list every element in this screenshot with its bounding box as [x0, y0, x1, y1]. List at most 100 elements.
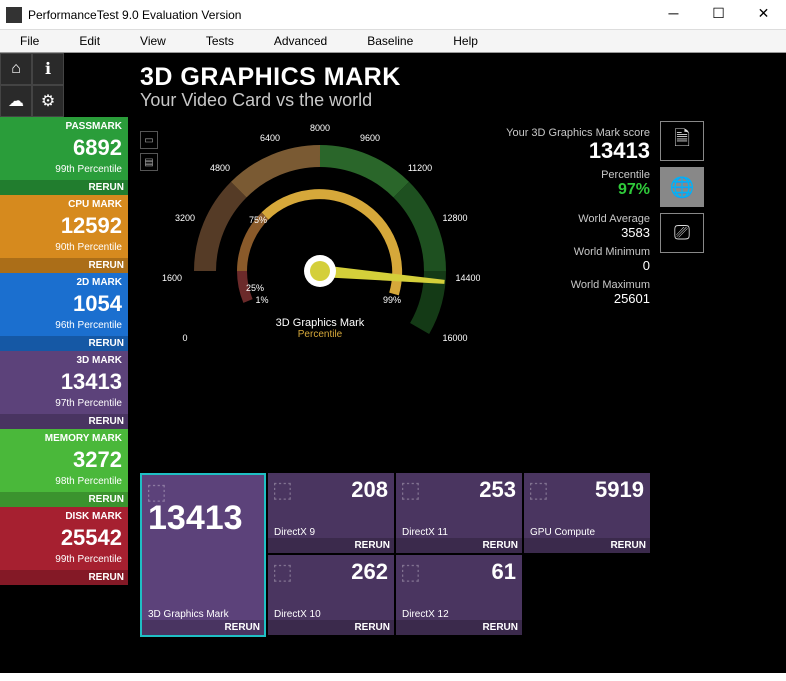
world-icon[interactable]: 🌐	[660, 167, 704, 207]
tile-rerun[interactable]: RERUN	[0, 570, 128, 585]
svg-text:1600: 1600	[162, 273, 182, 283]
tile-2dmark[interactable]: 2D MARK 1054 96th Percentile RERUN	[0, 273, 128, 351]
minimize-button[interactable]: ─	[651, 0, 696, 30]
tile-label: DISK MARK	[65, 511, 122, 522]
subtile-rerun[interactable]: RERUN	[268, 620, 394, 635]
subtile-dx9[interactable]: ⬚ 208 DirectX 9 RERUN	[268, 473, 394, 553]
subtile-3d-graphics-mark[interactable]: 13413 3D Graphics Mark RERUN ⬚	[140, 473, 266, 637]
tile-value: 25542	[61, 527, 122, 549]
tile-percentile: 90th Percentile	[55, 242, 122, 253]
subtile-label: DirectX 12	[402, 609, 516, 620]
world-max-label: World Maximum	[500, 279, 650, 291]
cube-icon: ⬚	[400, 477, 421, 503]
world-avg-label: World Average	[500, 213, 650, 225]
maximize-button[interactable]: ☐	[696, 0, 741, 30]
percentile-value: 97%	[500, 181, 650, 199]
gauge-subtitle: Percentile	[140, 329, 500, 340]
tile-value: 13413	[61, 371, 122, 393]
tile-label: CPU MARK	[68, 199, 122, 210]
window-titlebar: PerformanceTest 9.0 Evaluation Version ─…	[0, 0, 786, 30]
subtile-rerun[interactable]: RERUN	[524, 538, 650, 553]
svg-text:8000: 8000	[310, 123, 330, 133]
subtile-label: DirectX 10	[274, 609, 388, 620]
cube-icon: ⬚	[528, 477, 549, 503]
tile-value: 12592	[61, 215, 122, 237]
tile-percentile: 97th Percentile	[55, 398, 122, 409]
gauge: ▭ ▤	[140, 121, 480, 381]
menu-tests[interactable]: Tests	[186, 30, 254, 52]
save-icon[interactable]: 🗎	[660, 121, 704, 161]
menu-help[interactable]: Help	[433, 30, 498, 52]
display-mode-icon[interactable]: ▭	[140, 131, 158, 149]
tile-percentile: 98th Percentile	[55, 476, 122, 487]
subtile-dx10[interactable]: ⬚ 262 DirectX 10 RERUN	[268, 555, 394, 635]
tile-rerun[interactable]: RERUN	[0, 336, 128, 351]
tile-rerun[interactable]: RERUN	[0, 414, 128, 429]
window-title: PerformanceTest 9.0 Evaluation Version	[28, 8, 651, 22]
svg-text:25%: 25%	[246, 283, 264, 293]
svg-text:3200: 3200	[175, 213, 195, 223]
gauge-title: 3D Graphics Mark	[140, 317, 500, 329]
subtile-rerun[interactable]: RERUN	[268, 538, 394, 553]
home-icon[interactable]: ⌂	[0, 53, 32, 85]
subtile-dx11[interactable]: ⬚ 253 DirectX 11 RERUN	[396, 473, 522, 553]
svg-text:75%: 75%	[249, 215, 267, 225]
tile-label: 3D MARK	[76, 355, 122, 366]
tile-rerun[interactable]: RERUN	[0, 180, 128, 195]
tile-value: 3272	[73, 449, 122, 471]
app-icon	[6, 7, 22, 23]
svg-text:1%: 1%	[255, 295, 268, 305]
tile-percentile: 96th Percentile	[55, 320, 122, 331]
subtile-rerun[interactable]: RERUN	[142, 620, 264, 635]
cloud-icon[interactable]: ☁	[0, 85, 32, 117]
tile-cpumark[interactable]: CPU MARK 12592 90th Percentile RERUN	[0, 195, 128, 273]
menu-edit[interactable]: Edit	[59, 30, 120, 52]
world-max-value: 25601	[500, 291, 650, 306]
subtile-label: GPU Compute	[530, 527, 644, 538]
tile-label: PASSMARK	[66, 121, 122, 132]
gear-icon[interactable]: ⚙	[32, 85, 64, 117]
tile-rerun[interactable]: RERUN	[0, 258, 128, 273]
svg-text:4800: 4800	[210, 163, 230, 173]
cube-icon: ⬚	[272, 559, 293, 585]
subtile-dx12[interactable]: ⬚ 61 DirectX 12 RERUN	[396, 555, 522, 635]
tile-percentile: 99th Percentile	[55, 554, 122, 565]
percentile-label: Percentile	[500, 169, 650, 181]
menu-bar: File Edit View Tests Advanced Baseline H…	[0, 30, 786, 53]
svg-text:11200: 11200	[408, 163, 432, 173]
menu-advanced[interactable]: Advanced	[254, 30, 347, 52]
tile-passmark[interactable]: PASSMARK 6892 99th Percentile RERUN	[0, 117, 128, 195]
menu-baseline[interactable]: Baseline	[347, 30, 433, 52]
world-min-label: World Minimum	[500, 246, 650, 258]
tile-diskmark[interactable]: DISK MARK 25542 99th Percentile RERUN	[0, 507, 128, 585]
compare-icon[interactable]: ⎚	[660, 213, 704, 253]
chart-mode-icon[interactable]: ▤	[140, 153, 158, 171]
menu-file[interactable]: File	[0, 30, 59, 52]
close-button[interactable]: ✕	[741, 0, 786, 30]
cube-icon: ⬚	[400, 559, 421, 585]
info-icon[interactable]: ℹ	[32, 53, 64, 85]
subtile-label: DirectX 9	[274, 527, 388, 538]
svg-text:9600: 9600	[360, 133, 380, 143]
tile-memorymark[interactable]: MEMORY MARK 3272 98th Percentile RERUN	[0, 429, 128, 507]
svg-text:99%: 99%	[383, 295, 401, 305]
sidebar: ⌂ ℹ ☁ ⚙ PASSMARK 6892 99th Percentile RE…	[0, 53, 128, 673]
subtile-label: 3D Graphics Mark	[148, 609, 258, 620]
tile-3dmark[interactable]: 3D MARK 13413 97th Percentile RERUN	[0, 351, 128, 429]
svg-text:12800: 12800	[442, 213, 467, 223]
world-min-value: 0	[500, 258, 650, 273]
menu-view[interactable]: View	[120, 30, 186, 52]
subtile-rerun[interactable]: RERUN	[396, 620, 522, 635]
subtile-gpucompute[interactable]: ⬚ 5919 GPU Compute RERUN	[524, 473, 650, 553]
subtile-label: DirectX 11	[402, 527, 516, 538]
svg-text:14400: 14400	[455, 273, 480, 283]
score-value: 13413	[500, 139, 650, 163]
page-subtitle: Your Video Card vs the world	[140, 90, 774, 111]
subtile-rerun[interactable]: RERUN	[396, 538, 522, 553]
tile-label: MEMORY MARK	[45, 433, 122, 444]
cube-icon: ⬚	[272, 477, 293, 503]
svg-text:6400: 6400	[260, 133, 280, 143]
world-avg-value: 3583	[500, 225, 650, 240]
tile-rerun[interactable]: RERUN	[0, 492, 128, 507]
tile-value: 6892	[73, 137, 122, 159]
